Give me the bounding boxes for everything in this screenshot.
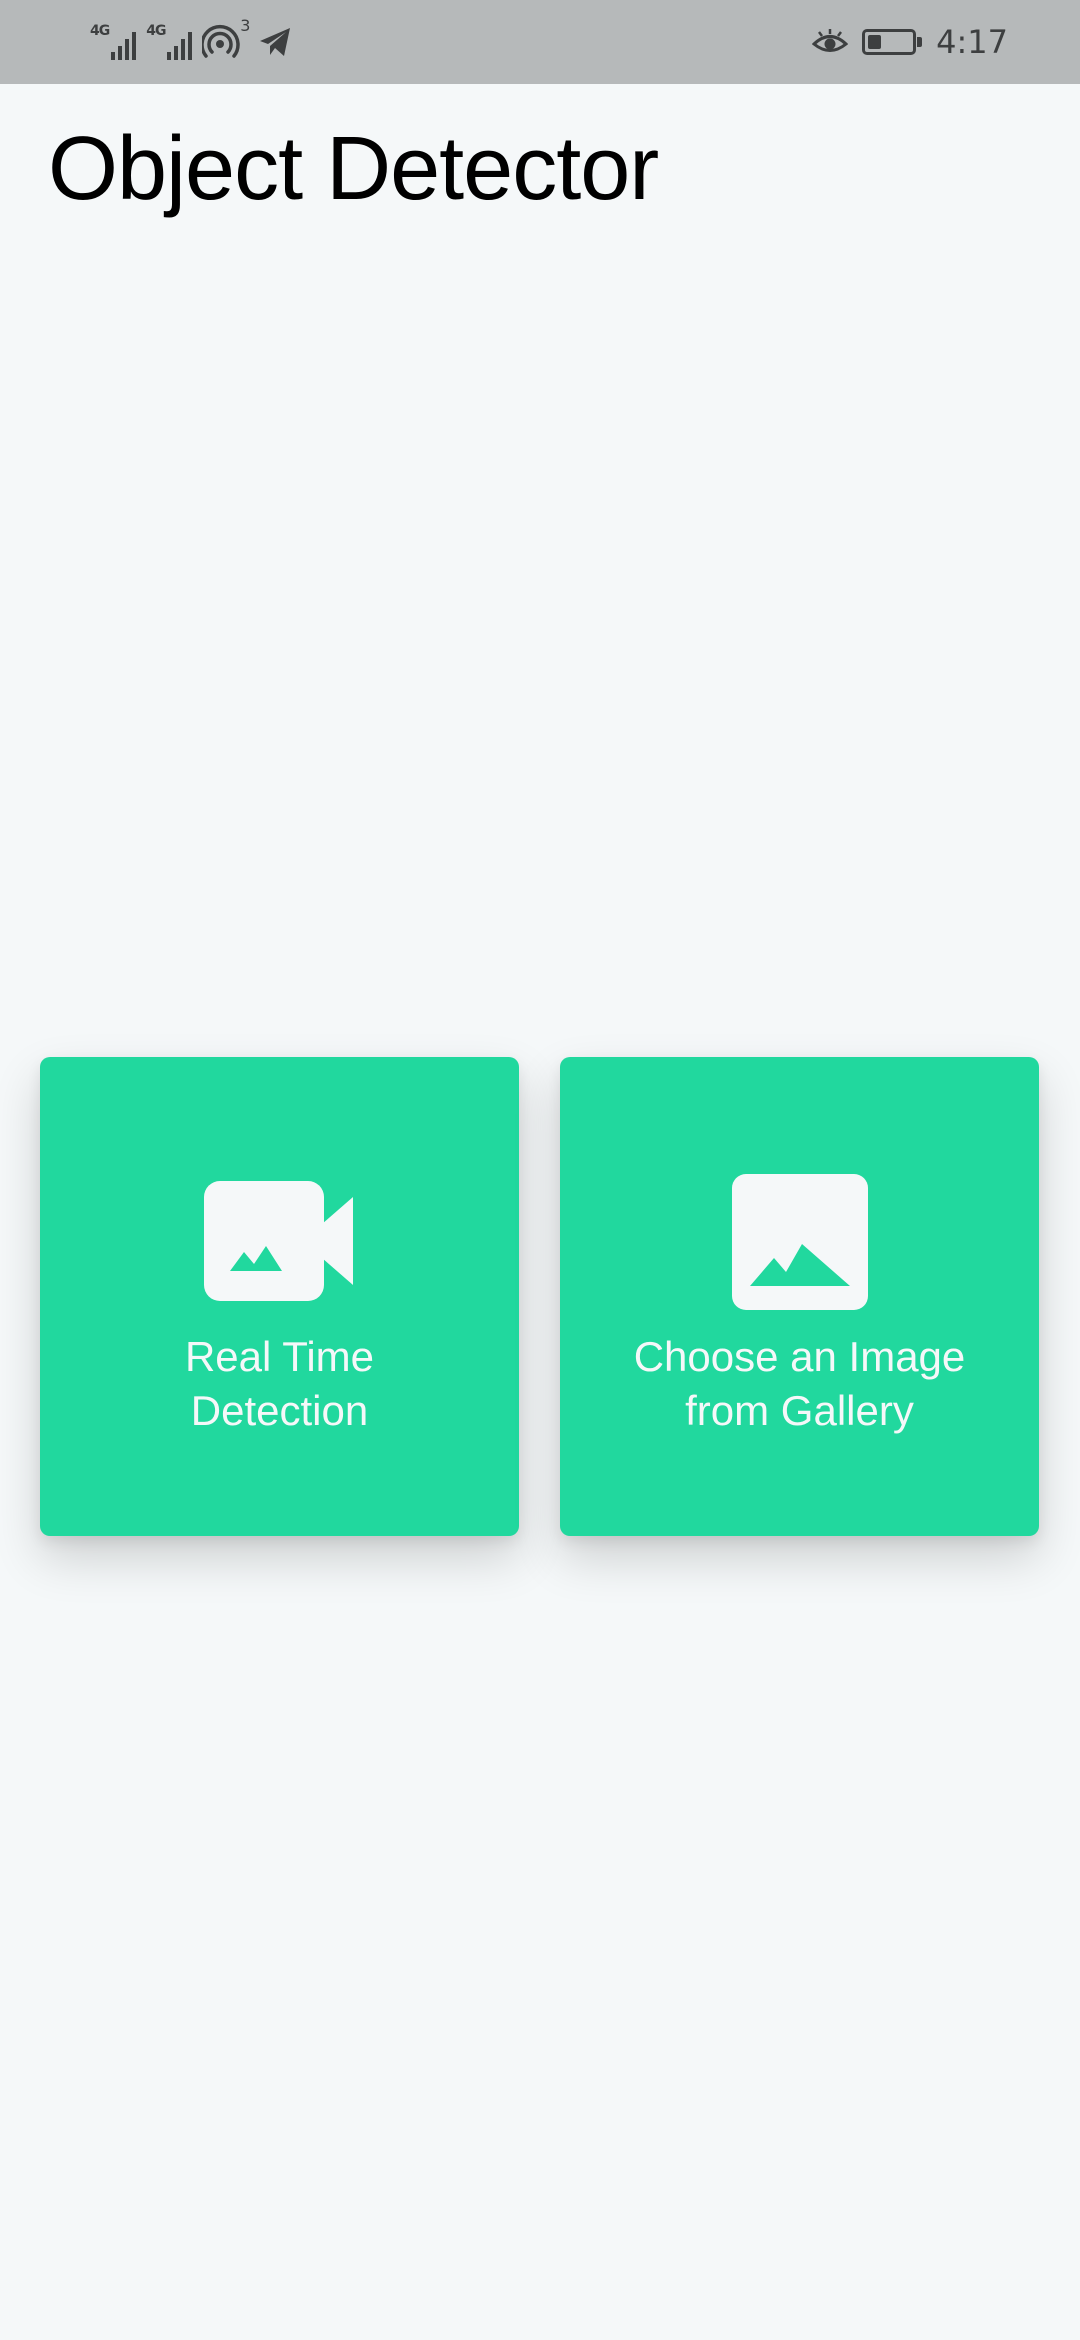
- network-type-label: 4G: [90, 23, 110, 39]
- label-line-1: Choose an Image: [633, 1333, 966, 1380]
- label-line-2: Detection: [190, 1387, 369, 1434]
- telegram-icon: [258, 25, 292, 59]
- status-bar: 4G 4G 3 4:17: [0, 0, 1080, 84]
- battery-icon: [862, 29, 923, 55]
- image-icon: [560, 1174, 1039, 1310]
- status-right-group: 4:17: [811, 20, 1008, 64]
- label-line-1: Real Time: [184, 1333, 375, 1380]
- signal-1: 4G: [90, 23, 137, 60]
- eye-comfort-icon: [811, 27, 849, 57]
- real-time-detection-label: Real Time Detection: [40, 1330, 519, 1438]
- status-left-group: 4G 4G 3: [90, 16, 292, 64]
- choose-image-label: Choose an Image from Gallery: [560, 1330, 1039, 1438]
- label-line-2: from Gallery: [685, 1387, 914, 1434]
- battery-level: [868, 35, 882, 49]
- network-type-label: 4G: [146, 23, 166, 39]
- hotspot-icon: 3: [200, 16, 250, 62]
- hotspot-count: 3: [240, 16, 251, 35]
- status-time: 4:17: [936, 23, 1008, 61]
- signal-icon: [167, 30, 193, 60]
- signal-2: 4G: [146, 23, 193, 60]
- choose-image-from-gallery-button[interactable]: Choose an Image from Gallery: [560, 1057, 1039, 1536]
- video-camera-icon: [40, 1180, 519, 1302]
- signal-icon: [111, 30, 137, 60]
- real-time-detection-button[interactable]: Real Time Detection: [40, 1057, 519, 1536]
- page-title: Object Detector: [48, 119, 659, 219]
